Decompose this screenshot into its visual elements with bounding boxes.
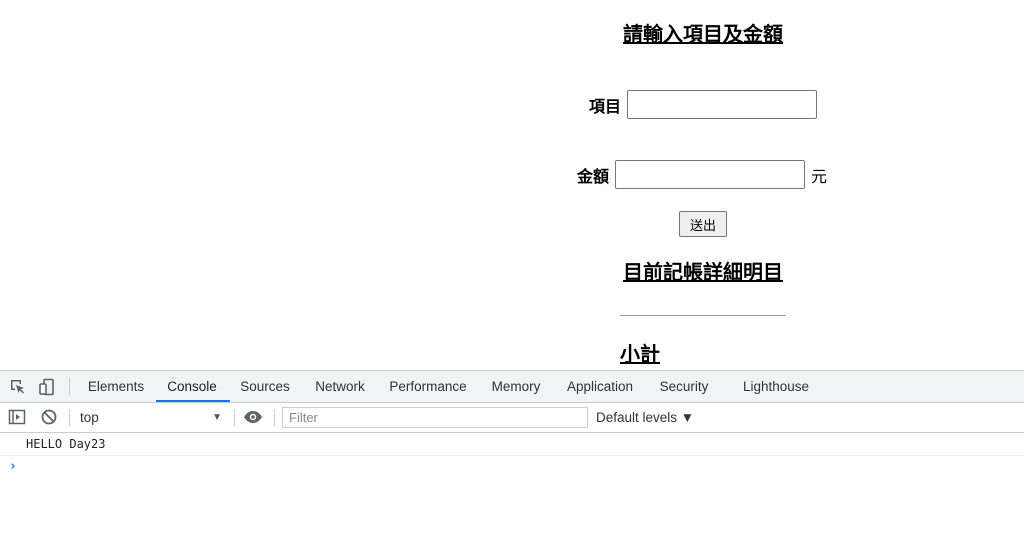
form-title: 請輸入項目及金額: [623, 22, 783, 46]
devtools-tabbar: Elements Console Sources Network Performance…: [0, 371, 1024, 403]
tab-lighthouse[interactable]: Lighthouse: [743, 371, 809, 402]
tab-network[interactable]: Network: [315, 371, 365, 402]
tab-elements[interactable]: Elements: [88, 371, 144, 402]
toolbar-separator: [69, 409, 70, 426]
tab-performance[interactable]: Performance: [389, 371, 466, 402]
tab-security[interactable]: Security: [660, 371, 709, 402]
amount-row: 金額 元: [577, 160, 827, 189]
tab-sources[interactable]: Sources: [240, 371, 290, 402]
console-output: HELLO Day23 ›: [0, 433, 1024, 478]
tab-console[interactable]: Console: [167, 371, 217, 402]
item-input[interactable]: [627, 90, 818, 119]
dropdown-arrow-icon: ▼: [212, 412, 222, 423]
live-expression-eye-icon[interactable]: [243, 407, 263, 427]
tab-memory[interactable]: Memory: [492, 371, 541, 402]
console-sidebar-icon[interactable]: [7, 407, 27, 427]
device-toolbar-icon[interactable]: [37, 377, 57, 397]
tabbar-separator: [69, 378, 70, 395]
console-filter-input[interactable]: [282, 407, 588, 428]
console-toolbar: top ▼ Default levels ▼: [0, 403, 1024, 433]
console-log-list: HELLO Day23: [0, 433, 1024, 456]
clear-console-icon[interactable]: [39, 407, 59, 427]
submit-button[interactable]: 送出: [679, 211, 727, 237]
list-divider: [620, 315, 786, 316]
console-log-line: HELLO Day23: [0, 433, 1024, 456]
subtotal-title: 小計: [620, 342, 660, 366]
amount-unit: 元: [811, 166, 828, 186]
context-value: top: [80, 410, 99, 425]
toolbar-separator: [234, 409, 235, 426]
inspect-element-icon[interactable]: [8, 377, 28, 397]
toolbar-separator: [274, 409, 275, 426]
amount-input[interactable]: [615, 160, 806, 189]
item-row: 項目: [589, 90, 818, 119]
list-title: 目前記帳詳細明目: [623, 260, 783, 284]
context-select[interactable]: top ▼: [80, 403, 226, 432]
tab-application[interactable]: Application: [567, 371, 633, 402]
console-prompt[interactable]: ›: [0, 456, 1024, 478]
amount-label: 金額: [577, 166, 610, 186]
devtools-panel: Elements Console Sources Network Performance…: [0, 370, 1024, 545]
page-viewport: 請輸入項目及金額 項目 金額 元 送出 目前記帳詳細明目 小計: [0, 0, 1024, 370]
active-tab-indicator: [156, 400, 230, 402]
item-label: 項目: [589, 96, 622, 116]
log-levels-dropdown[interactable]: Default levels ▼: [596, 403, 694, 432]
